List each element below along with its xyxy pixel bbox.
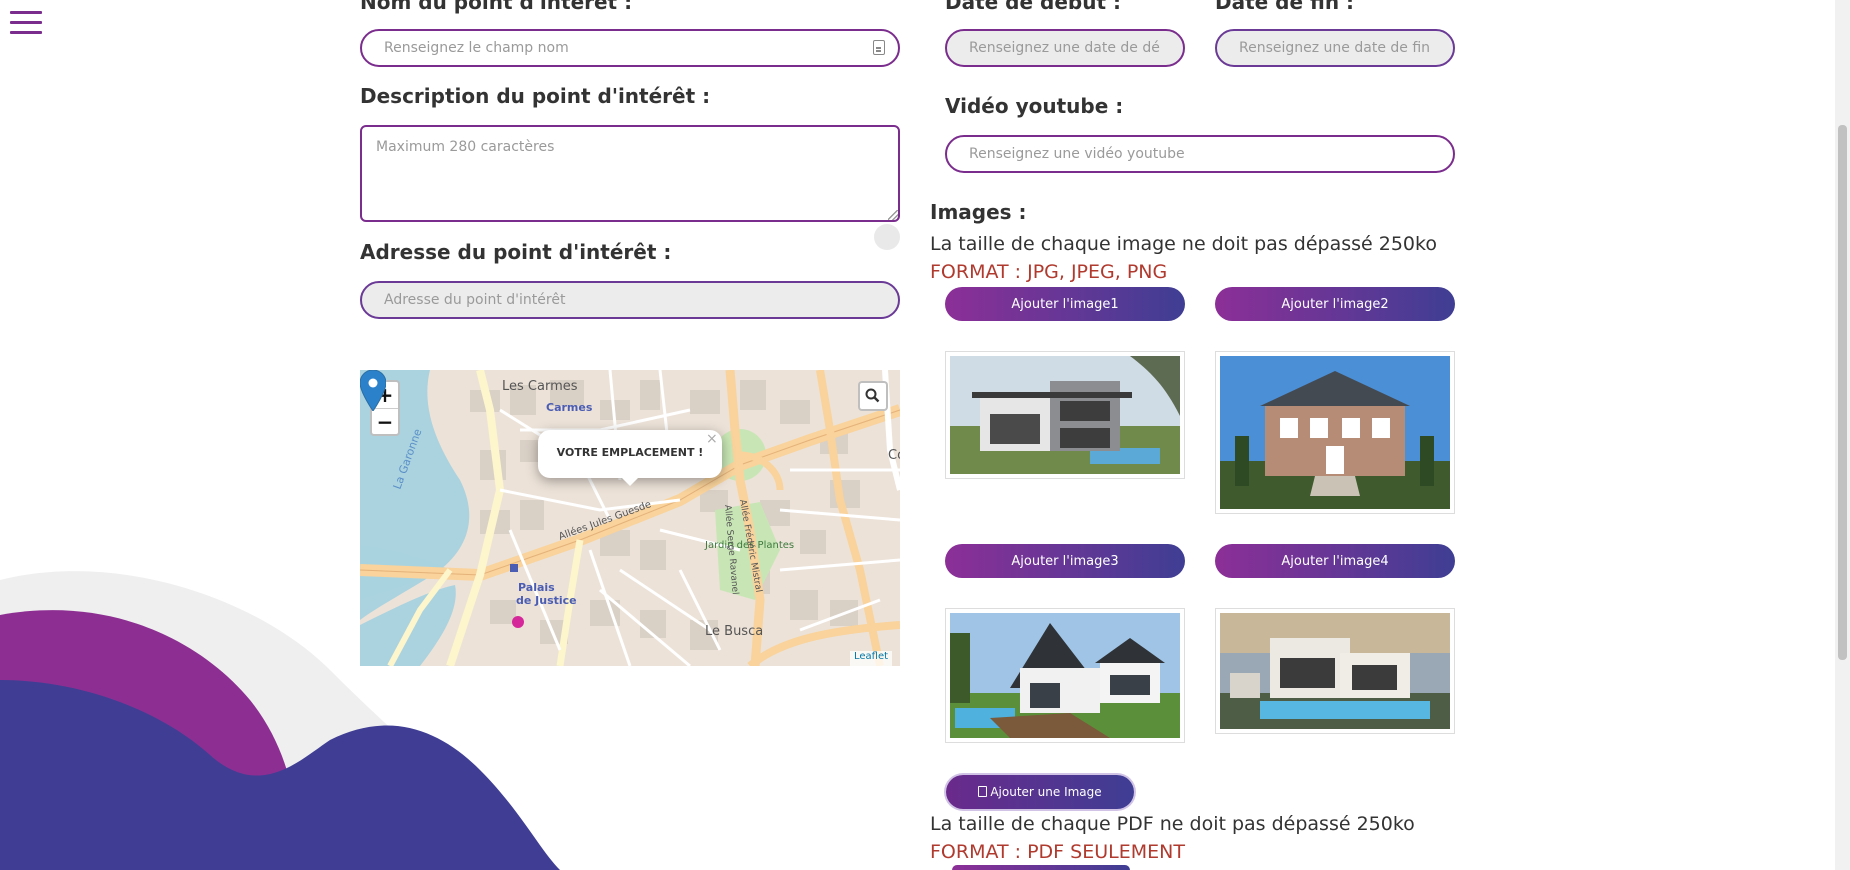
location-map[interactable]: Les Carmes Carmes Palais de Justice Jard… <box>360 370 900 666</box>
scrollbar-thumb[interactable] <box>1838 125 1847 660</box>
contact-card-icon <box>873 40 885 55</box>
image1-thumbnail[interactable] <box>945 351 1185 479</box>
add-image1-button[interactable]: Ajouter l'image1 <box>945 287 1185 321</box>
end-date-input[interactable] <box>1215 29 1455 67</box>
name-label: Nom du point d'intérêt : <box>360 0 633 14</box>
house-photo-2 <box>1220 356 1450 509</box>
address-input[interactable] <box>360 281 900 319</box>
image3-thumbnail[interactable] <box>945 608 1185 743</box>
search-icon <box>865 388 880 403</box>
popup-close-icon[interactable]: × <box>706 431 718 447</box>
map-label-de-justice: de Justice <box>516 594 577 607</box>
house-photo-4 <box>1220 613 1450 729</box>
map-label-co: Co <box>888 448 900 463</box>
popup-text: VOTRE EMPLACEMENT ! <box>556 446 704 459</box>
leaflet-attribution-link[interactable]: Leaflet <box>850 651 893 666</box>
map-marker-icon[interactable] <box>360 370 386 411</box>
add-an-image-label: Ajouter une Image <box>990 785 1102 799</box>
add-image2-button[interactable]: Ajouter l'image2 <box>1215 287 1455 321</box>
youtube-input[interactable] <box>945 135 1455 173</box>
image-size-info: La taille de chaque image ne doit pas dé… <box>930 233 1437 255</box>
start-date-input[interactable] <box>945 29 1185 67</box>
map-search-button[interactable] <box>858 381 888 411</box>
house-photo-1 <box>950 356 1180 474</box>
add-pdf-button[interactable] <box>952 865 1130 870</box>
add-image3-button[interactable]: Ajouter l'image3 <box>945 544 1185 578</box>
image-file-icon <box>978 786 988 797</box>
add-image4-button[interactable]: Ajouter l'image4 <box>1215 544 1455 578</box>
house-photo-3 <box>950 613 1180 738</box>
map-label-palais: Palais <box>518 581 555 594</box>
start-date-label: Date de début : <box>945 0 1121 14</box>
add-an-image-button[interactable]: Ajouter une Image <box>946 775 1134 809</box>
image2-thumbnail[interactable] <box>1215 351 1455 514</box>
youtube-label: Vidéo youtube : <box>945 94 1124 118</box>
map-label-le-busca: Le Busca <box>705 624 763 639</box>
toggle-dot[interactable] <box>874 224 900 250</box>
page-scrollbar[interactable] <box>1835 0 1850 870</box>
hamburger-menu-icon[interactable] <box>10 11 42 36</box>
zoom-out-button[interactable]: − <box>372 408 398 434</box>
map-label-les-carmes: Les Carmes <box>502 379 578 394</box>
location-popup: VOTRE EMPLACEMENT ! × <box>538 430 722 486</box>
image4-thumbnail[interactable] <box>1215 608 1455 734</box>
address-label: Adresse du point d'intérêt : <box>360 240 672 264</box>
description-textarea[interactable] <box>360 125 900 222</box>
pdf-size-info: La taille de chaque PDF ne doit pas dépa… <box>930 813 1415 835</box>
description-label: Description du point d'intérêt : <box>360 84 711 108</box>
end-date-label: Date de fin : <box>1215 0 1355 14</box>
name-input[interactable] <box>360 29 900 67</box>
image-format-info: FORMAT : JPG, JPEG, PNG <box>930 261 1168 283</box>
images-label: Images : <box>930 200 1027 224</box>
resize-grip-icon[interactable] <box>888 210 898 220</box>
map-label-carmes: Carmes <box>546 401 593 414</box>
pdf-format-info: FORMAT : PDF SEULEMENT <box>930 841 1185 863</box>
map-tiles: Les Carmes Carmes Palais de Justice Jard… <box>360 370 900 666</box>
